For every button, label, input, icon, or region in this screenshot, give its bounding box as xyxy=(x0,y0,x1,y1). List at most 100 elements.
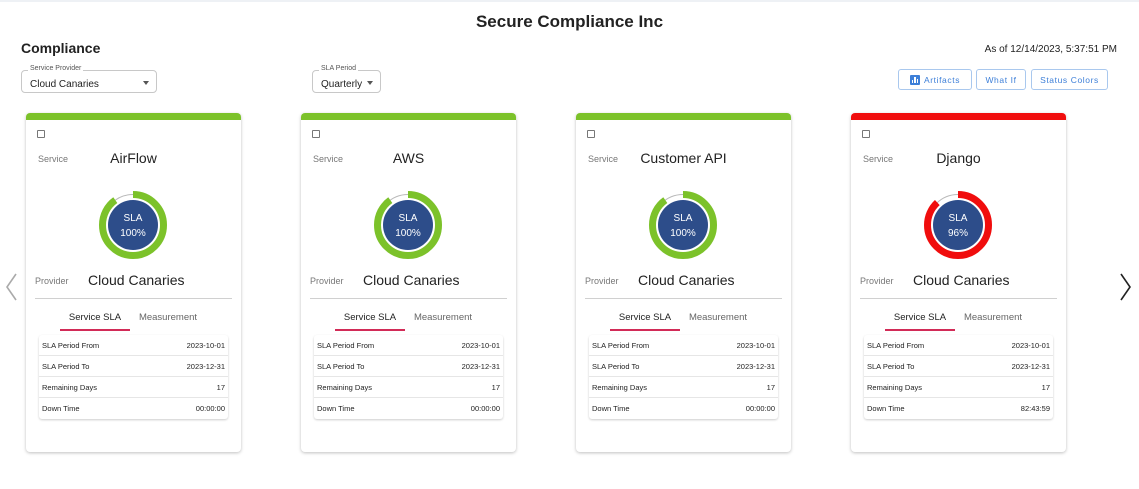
row-label: SLA Period From xyxy=(592,340,650,350)
tab-service-sla[interactable]: Service SLA xyxy=(335,312,405,323)
sla-label: SLA xyxy=(674,213,693,224)
period-from-value: 2023-10-01 xyxy=(1011,340,1050,350)
what-if-button-label: What If xyxy=(985,74,1017,85)
sla-center xyxy=(933,200,983,250)
tab-service-sla[interactable]: Service SLA xyxy=(885,312,955,323)
sla-details-table: SLA Period From 2023-10-01 SLA Period To 2… xyxy=(864,335,1053,419)
status-bar xyxy=(301,113,516,120)
row-label: SLA Period From xyxy=(42,340,100,350)
service-card: Service Customer API SLA 100% Provider C… xyxy=(576,113,791,452)
sla-donut: SLA 100% xyxy=(374,191,442,259)
sla-label: SLA xyxy=(949,213,968,224)
tab-service-sla[interactable]: Service SLA xyxy=(60,312,130,323)
what-if-button[interactable]: What If xyxy=(976,69,1026,90)
sla-value: 96% xyxy=(948,228,968,239)
active-tab-indicator xyxy=(60,329,130,331)
service-label: Service xyxy=(863,154,894,164)
table-row: Down Time 00:00:00 xyxy=(589,398,778,419)
provider-label: Provider xyxy=(35,276,69,286)
bar-chart-icon xyxy=(909,74,920,85)
period-to-value: 2023-12-31 xyxy=(1011,361,1050,371)
service-name: AWS xyxy=(392,150,425,166)
row-label: Down Time xyxy=(592,404,630,413)
active-tab-indicator xyxy=(335,329,405,331)
table-row: SLA Period To 2023-12-31 xyxy=(39,356,228,377)
service-label: Service xyxy=(38,154,69,164)
chevron-left-icon[interactable] xyxy=(4,272,20,302)
sla-period-select[interactable]: SLA Period Quarterly xyxy=(312,65,381,93)
chevron-down-icon xyxy=(367,81,373,85)
company-name: Secure Compliance Inc xyxy=(475,12,664,31)
status-bar xyxy=(576,113,791,120)
period-from-value: 2023-10-01 xyxy=(736,340,775,350)
as-of-timestamp: As of 12/14/2023, 5:37:51 PM xyxy=(984,44,1117,55)
service-provider-select[interactable]: Service Provider Cloud Canaries xyxy=(21,65,157,93)
table-row: SLA Period To 2023-12-31 xyxy=(864,356,1053,377)
row-label: SLA Period From xyxy=(317,340,375,350)
service-provider-label: Service Provider xyxy=(28,65,84,72)
down-time-value: 00:00:00 xyxy=(470,404,500,413)
table-row: SLA Period From 2023-10-01 xyxy=(589,335,778,356)
row-label: Remaining Days xyxy=(867,382,923,392)
active-tab-indicator xyxy=(885,329,955,331)
tab-measurement[interactable]: Measurement xyxy=(957,312,1029,323)
sla-details-table: SLA Period From 2023-10-01 SLA Period To 2… xyxy=(589,335,778,419)
divider xyxy=(310,298,507,299)
provider-name: Cloud Canaries xyxy=(638,272,735,288)
chevron-right-icon[interactable] xyxy=(1117,272,1133,302)
period-from-value: 2023-10-01 xyxy=(186,340,225,350)
table-row: Down Time 00:00:00 xyxy=(314,398,503,419)
sla-center xyxy=(108,200,158,250)
sla-value: 100% xyxy=(395,228,421,239)
row-label: Down Time xyxy=(317,404,355,413)
sla-period-label: SLA Period xyxy=(319,65,359,72)
select-checkbox[interactable] xyxy=(37,130,45,138)
tab-measurement[interactable]: Measurement xyxy=(682,312,754,323)
sla-label: SLA xyxy=(124,213,143,224)
table-row: Down Time 00:00:00 xyxy=(39,398,228,419)
select-checkbox[interactable] xyxy=(587,130,595,138)
provider-label: Provider xyxy=(310,276,344,286)
down-time-value: 82:43:59 xyxy=(1020,404,1050,413)
status-bar xyxy=(851,113,1066,120)
provider-name: Cloud Canaries xyxy=(913,272,1010,288)
remaining-days-value: 17 xyxy=(491,382,500,392)
period-from-value: 2023-10-01 xyxy=(461,340,500,350)
down-time-value: 00:00:00 xyxy=(745,404,775,413)
sla-details-table: SLA Period From 2023-10-01 SLA Period To 2… xyxy=(39,335,228,419)
select-checkbox[interactable] xyxy=(862,130,870,138)
artifacts-button[interactable]: Artifacts xyxy=(898,69,972,90)
row-label: SLA Period From xyxy=(867,340,925,350)
sla-center xyxy=(383,200,433,250)
remaining-days-value: 17 xyxy=(766,382,775,392)
row-label: SLA Period To xyxy=(317,361,365,371)
sla-period-value: Quarterly xyxy=(321,79,363,90)
row-label: SLA Period To xyxy=(867,361,915,371)
service-name: AirFlow xyxy=(110,150,157,166)
table-row: Remaining Days 17 xyxy=(589,377,778,398)
down-time-value: 00:00:00 xyxy=(195,404,225,413)
tab-service-sla[interactable]: Service SLA xyxy=(610,312,680,323)
select-checkbox[interactable] xyxy=(312,130,320,138)
divider xyxy=(585,298,782,299)
status-colors-button-label: Status Colors xyxy=(1040,74,1099,85)
tab-measurement[interactable]: Measurement xyxy=(132,312,204,323)
provider-name: Cloud Canaries xyxy=(363,272,460,288)
row-label: Remaining Days xyxy=(317,382,373,392)
period-to-value: 2023-12-31 xyxy=(461,361,500,371)
service-name: Customer API xyxy=(640,150,727,166)
provider-label: Provider xyxy=(860,276,894,286)
service-name: Django xyxy=(936,150,981,166)
service-label: Service xyxy=(588,154,619,164)
service-label: Service xyxy=(313,154,344,164)
tab-measurement[interactable]: Measurement xyxy=(407,312,479,323)
remaining-days-value: 17 xyxy=(1041,382,1050,392)
table-row: SLA Period To 2023-12-31 xyxy=(589,356,778,377)
sla-center xyxy=(658,200,708,250)
table-row: Remaining Days 17 xyxy=(39,377,228,398)
row-label: Down Time xyxy=(867,404,905,413)
divider xyxy=(860,298,1057,299)
status-colors-button[interactable]: Status Colors xyxy=(1031,69,1108,90)
provider-label: Provider xyxy=(585,276,619,286)
table-row: SLA Period From 2023-10-01 xyxy=(864,335,1053,356)
